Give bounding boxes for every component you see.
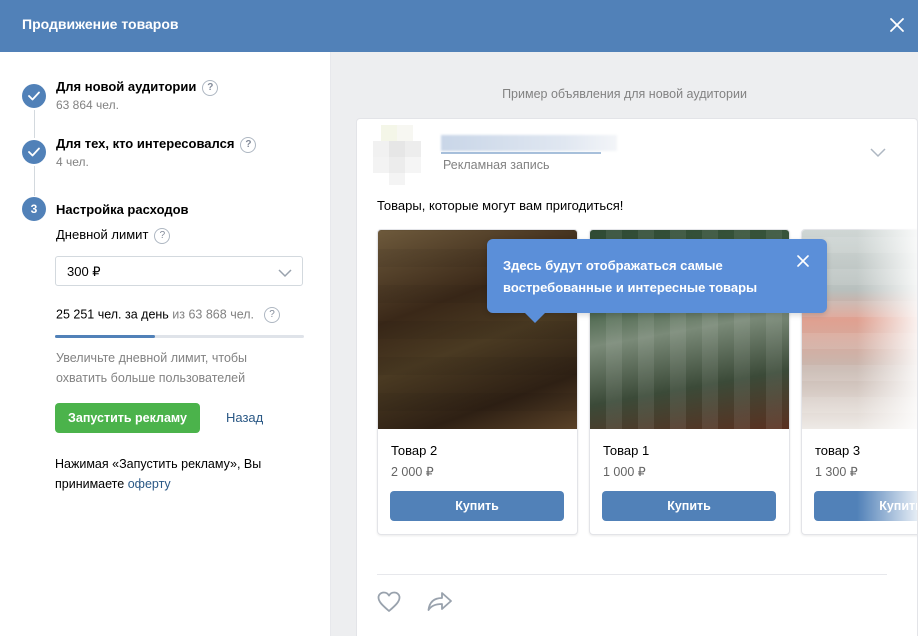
products-tooltip: Здесь будут отображаться самые востребов… [487, 239, 827, 323]
ad-label: Рекламная запись [443, 158, 550, 172]
community-name-underline [441, 152, 601, 154]
help-icon[interactable]: ? [154, 227, 171, 244]
step-new-audience-title: Для новой аудитории? [56, 79, 219, 96]
buy-button[interactable]: Купить [390, 491, 564, 521]
reach-total: из 63 868 чел. [172, 307, 255, 322]
check-icon [22, 84, 46, 108]
limit-hint: Увеличьте дневной лимит, чтобы охватить … [56, 351, 248, 385]
reach-per-day: 25 251 чел. за день [56, 307, 169, 322]
tooltip-text: Здесь будут отображаться самые востребов… [503, 258, 758, 295]
buy-button[interactable]: Купить [602, 491, 776, 521]
community-name-blurred [441, 135, 617, 151]
reach-progress-fill [55, 335, 155, 338]
daily-limit-value: 300 ₽ [67, 264, 101, 279]
step-connector [34, 110, 35, 138]
help-icon[interactable]: ? [240, 136, 257, 153]
daily-limit-label: Дневной лимит? [56, 227, 171, 244]
check-icon [22, 140, 46, 164]
product-name: Товар 1 [603, 443, 650, 458]
ad-post-card: Рекламная запись Товары, которые могут в… [356, 118, 918, 636]
tooltip-arrow [525, 313, 545, 323]
post-text: Товары, которые могут вам пригодиться! [377, 198, 624, 213]
offer-link[interactable]: оферту [128, 477, 171, 491]
daily-limit-select[interactable]: 300 ₽ [55, 256, 303, 286]
preview-label: Пример объявления для новой аудитории [502, 87, 747, 101]
modal-header: Продвижение товаров [0, 0, 918, 52]
heart-icon[interactable] [377, 591, 401, 618]
step-connector [34, 166, 35, 196]
reach-estimate: 25 251 чел. за день из 63 868 чел.? [56, 307, 281, 323]
modal-title: Продвижение товаров [22, 16, 179, 32]
product-price: 1 300 ₽ [815, 465, 858, 479]
share-icon[interactable] [427, 591, 453, 616]
ad-preview-panel: Пример объявления для новой аудитории Ре… [331, 52, 918, 636]
settings-panel: Для новой аудитории? 63 864 чел. Для тех… [0, 52, 331, 636]
step-interested-title: Для тех, кто интересовался? [56, 136, 257, 153]
terms-text: Нажимая «Запустить рекламу», Вы принимае… [55, 454, 305, 494]
step-interested-count: 4 чел. [56, 155, 89, 169]
chevron-down-icon[interactable] [870, 145, 886, 163]
avatar [373, 125, 421, 185]
close-icon[interactable] [886, 14, 908, 36]
product-price: 1 000 ₽ [603, 465, 646, 479]
product-name: товар 3 [815, 443, 861, 458]
back-link[interactable]: Назад [226, 410, 263, 425]
step-expenses-title: Настройка расходов [56, 202, 189, 217]
product-name: Товар 2 [391, 443, 438, 458]
step-title-text: Для тех, кто интересовался [56, 136, 235, 151]
step-number-badge: 3 [22, 197, 46, 221]
help-icon[interactable]: ? [264, 307, 281, 323]
close-icon[interactable] [797, 255, 809, 270]
launch-ad-button[interactable]: Запустить рекламу [55, 403, 200, 433]
post-divider [377, 574, 887, 575]
step-title-text: Для новой аудитории [56, 79, 197, 94]
carousel-fade [857, 229, 917, 533]
reach-progress-bar [55, 335, 304, 338]
chevron-down-icon [278, 266, 292, 281]
product-price: 2 000 ₽ [391, 465, 434, 479]
step-new-audience-count: 63 864 чел. [56, 98, 119, 112]
help-icon[interactable]: ? [202, 79, 219, 96]
daily-limit-text: Дневной лимит [56, 227, 149, 242]
